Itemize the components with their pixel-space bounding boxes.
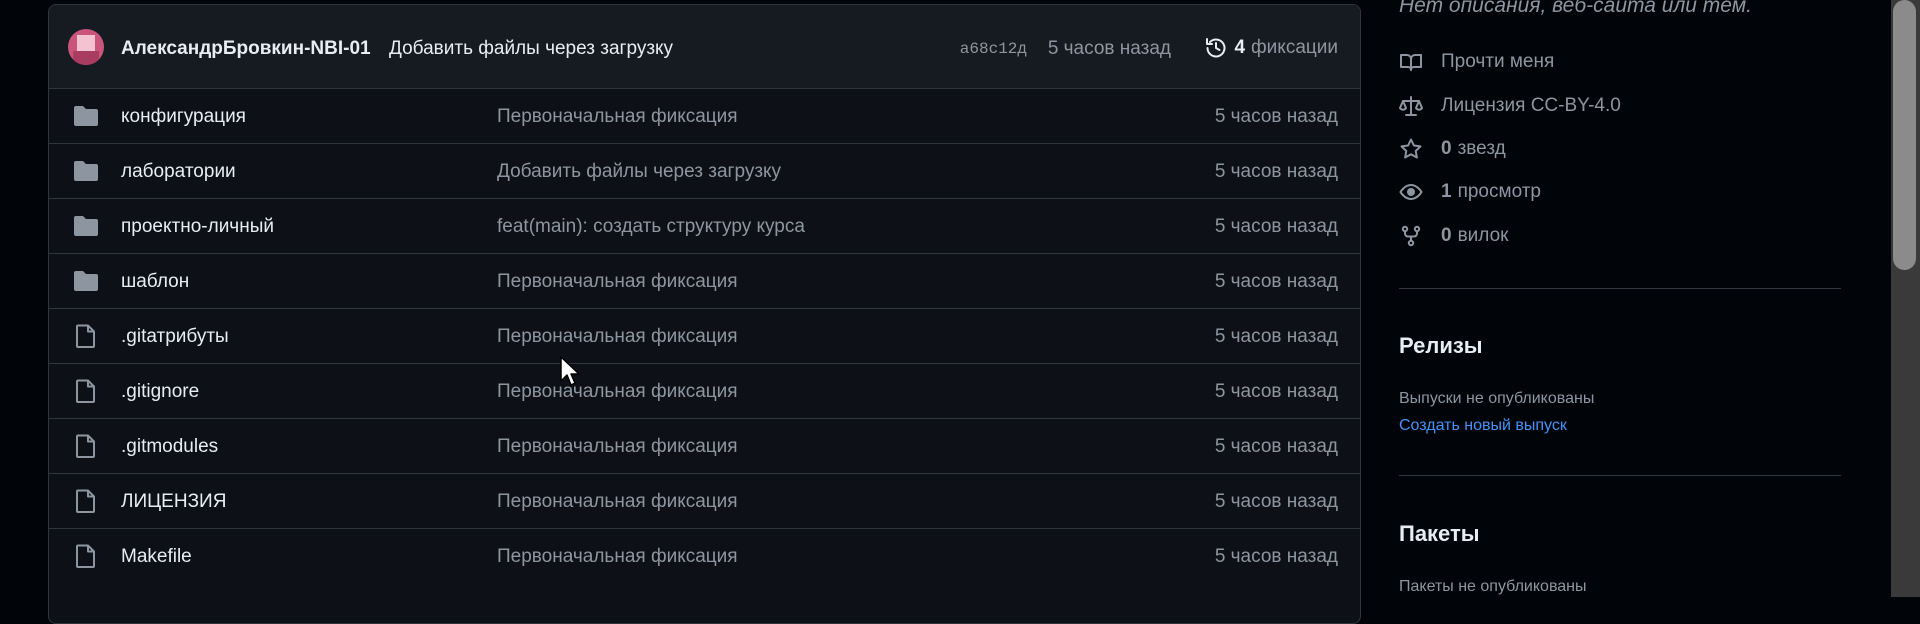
packages-heading[interactable]: Пакеты (1399, 521, 1480, 547)
file-commit-message[interactable]: Первоначальная фиксация (497, 271, 738, 293)
forks-label: вилок (1457, 225, 1509, 246)
commit-sha[interactable]: a68c12д (960, 40, 1027, 58)
commit-author[interactable]: АлександрБровкин-NBI-01 (121, 38, 371, 60)
file-icon (76, 434, 95, 458)
file-commit-message[interactable]: feat(main): создать структуру курса (497, 216, 805, 238)
file-commit-message[interactable]: Первоначальная фиксация (497, 106, 738, 128)
file-name[interactable]: .gitmodules (121, 436, 218, 458)
file-name[interactable]: шаблон (121, 271, 189, 293)
commit-message[interactable]: Добавить файлы через загрузку (389, 38, 673, 60)
file-commit-message[interactable]: Первоначальная фиксация (497, 326, 738, 348)
file-commit-time: 5 часов назад (1214, 546, 1338, 567)
file-commit-time: 5 часов назад (1214, 216, 1338, 237)
file-row[interactable]: Makefile Первоначальная фиксация 5 часов н… (49, 529, 1360, 584)
watchers-label: просмотр (1457, 181, 1541, 202)
scale-icon (1399, 96, 1423, 116)
scrollbar-thumb[interactable] (1893, 0, 1916, 270)
file-row[interactable]: лаборатории Добавить файлы через загрузку… (49, 144, 1360, 199)
file-commit-time: 5 часов назад (1214, 161, 1338, 182)
file-row[interactable]: .gitignore Первоначальная фиксация 5 часов… (49, 364, 1360, 419)
stars-count: 0 (1441, 138, 1452, 159)
folder-icon (74, 106, 98, 126)
file-name[interactable]: лаборатории (121, 161, 236, 183)
file-commit-time: 5 часов назад (1214, 271, 1338, 292)
file-commit-message[interactable]: Первоначальная фиксация (497, 436, 738, 458)
file-commit-message[interactable]: Добавить файлы через загрузку (497, 161, 781, 183)
folder-icon (74, 271, 98, 291)
packages-empty-text: Пакеты не опубликованы (1399, 578, 1587, 595)
file-row[interactable]: шаблон Первоначальная фиксация 5 часов наз… (49, 254, 1360, 309)
file-commit-message[interactable]: Первоначальная фиксация (497, 491, 738, 513)
file-name[interactable]: .gitignore (121, 381, 199, 403)
license-label: Лицензия CC-BY-4.0 (1441, 95, 1621, 116)
divider (1399, 288, 1841, 289)
history-icon (1206, 38, 1226, 58)
file-name[interactable]: конфигурация (121, 106, 246, 128)
releases-heading[interactable]: Релизы (1399, 333, 1483, 359)
file-row[interactable]: .gitатрибуты Первоначальная фиксация 5 час… (49, 309, 1360, 364)
about-description: Нет описания, веб-сайта или тем. (1399, 0, 1752, 17)
file-list: конфигурация Первоначальная фиксация 5 час… (49, 89, 1360, 584)
file-browser: АлександрБровкин-NBI-01 Добавить файлы ч… (48, 4, 1361, 624)
file-icon (76, 544, 95, 568)
file-commit-time: 5 часов назад (1214, 436, 1338, 457)
file-commit-time: 5 часов назад (1214, 326, 1338, 347)
eye-icon (1399, 183, 1423, 201)
readme-label: Прочти меня (1441, 51, 1555, 72)
forks-count: 0 (1441, 225, 1452, 246)
watchers-link[interactable]: 1 просмотр (1399, 180, 1541, 204)
forks-link[interactable]: 0 вилок (1399, 224, 1508, 248)
file-commit-message[interactable]: Первоначальная фиксация (497, 381, 738, 403)
file-commit-time: 5 часов назад (1214, 491, 1338, 512)
file-name[interactable]: Makefile (121, 546, 192, 568)
file-icon (76, 489, 95, 513)
history-count: 4 (1234, 37, 1246, 58)
stars-link[interactable]: 0 звезд (1399, 137, 1506, 161)
stars-label: звезд (1457, 138, 1506, 159)
folder-icon (74, 216, 98, 236)
star-icon (1400, 138, 1422, 159)
file-commit-message[interactable]: Первоначальная фиксация (497, 546, 738, 568)
readme-link[interactable]: Прочти меня (1399, 50, 1554, 74)
book-icon (1400, 54, 1422, 71)
file-icon (76, 379, 95, 403)
file-row[interactable]: .gitmodules Первоначальная фиксация 5 часо… (49, 419, 1360, 474)
watchers-count: 1 (1441, 181, 1452, 202)
divider (1399, 475, 1841, 476)
releases-empty-text: Выпуски не опубликованы (1399, 390, 1595, 407)
file-row[interactable]: конфигурация Первоначальная фиксация 5 час… (49, 89, 1360, 144)
mouse-cursor-icon (560, 356, 580, 386)
about-sidebar: Нет описания, веб-сайта или тем. Прочти … (1399, 0, 1841, 597)
file-icon (76, 324, 95, 348)
license-link[interactable]: Лицензия CC-BY-4.0 (1399, 94, 1621, 118)
file-commit-time: 5 часов назад (1214, 381, 1338, 402)
file-name[interactable]: проектно-личный (121, 216, 274, 238)
avatar[interactable] (68, 29, 104, 65)
file-name[interactable]: .gitатрибуты (121, 326, 229, 348)
history-label: фиксации (1251, 37, 1338, 58)
fork-icon (1401, 225, 1421, 247)
file-row[interactable]: ЛИЦЕНЗИЯ Первоначальная фиксация 5 часов н… (49, 474, 1360, 529)
file-commit-time: 5 часов назад (1214, 106, 1338, 127)
folder-icon (74, 161, 98, 181)
latest-commit-bar: АлександрБровкин-NBI-01 Добавить файлы ч… (49, 5, 1360, 89)
create-release-link[interactable]: Создать новый выпуск (1399, 417, 1567, 435)
commit-history-link[interactable]: 4 фиксации (1204, 36, 1338, 60)
file-row[interactable]: проектно-личный feat(main): создать струк… (49, 199, 1360, 254)
commit-time: 5 часов назад (1047, 38, 1171, 59)
file-name[interactable]: ЛИЦЕНЗИЯ (121, 491, 226, 513)
